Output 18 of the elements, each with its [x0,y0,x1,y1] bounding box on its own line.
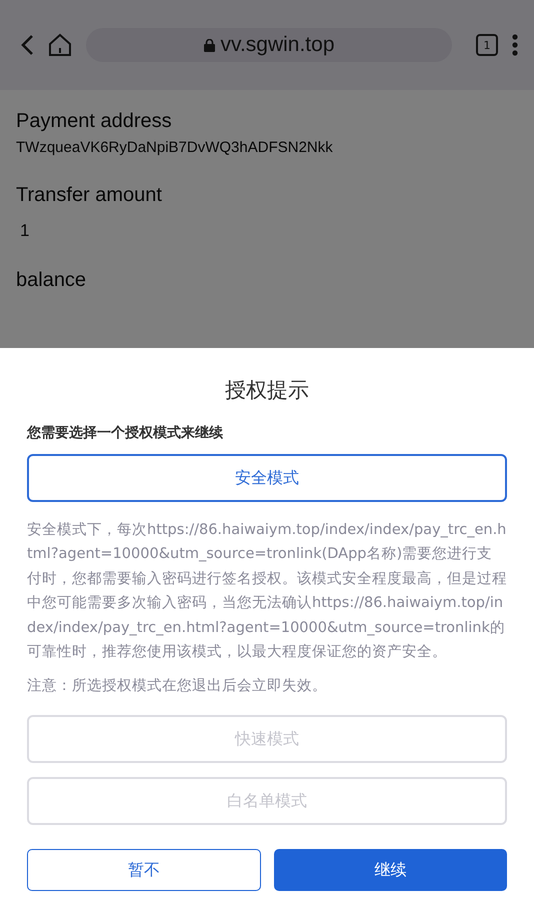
field-value: TWzqueaVK6RyDaNpiB7DvWQ3hADFSN2Nkk [16,139,334,156]
mode-option[interactable]: 安全模式 [27,454,507,502]
home-icon[interactable] [48,33,72,57]
back-icon[interactable] [20,34,34,56]
lock-icon [204,38,214,52]
menu-icon[interactable] [512,34,518,56]
not-now-button[interactable]: 暂不 [27,849,260,891]
field-label: balance [16,269,88,292]
field-label: Transfer amount [16,184,163,207]
tab-count-button[interactable]: 1 [476,34,498,56]
continue-button[interactable]: 继续 [274,849,507,891]
dialog-title: 授权提示 [224,377,310,404]
notice-text: 注意：所选授权模式在您退出后会立即失效。 [27,676,328,696]
dialog-subtitle: 您需要选择一个授权模式来继续 [27,424,224,442]
field-value: 1 [19,221,30,241]
mode-description: 安全模式下，每次https://86.haiwaiym.top/index/index/pay_trc_en.html?agent=10000&utm_source=tronlink(DApp名称)需要您进行支付时，您都需要输入密码进行签名授权。该模式安全程度最高，但是过程中您可能需要多次输入密码，当您无法确认https://86.haiwaiym.top/index/index/pay_trc_en.html?agent=10000&utm_source=tronlink的可靠性时，推荐您使用该模式，以最大程度保证您的资产安全。 [27,520,507,662]
address-bar[interactable]: vv.sgwin.top [86,28,452,62]
field-label: Payment address [16,110,173,133]
